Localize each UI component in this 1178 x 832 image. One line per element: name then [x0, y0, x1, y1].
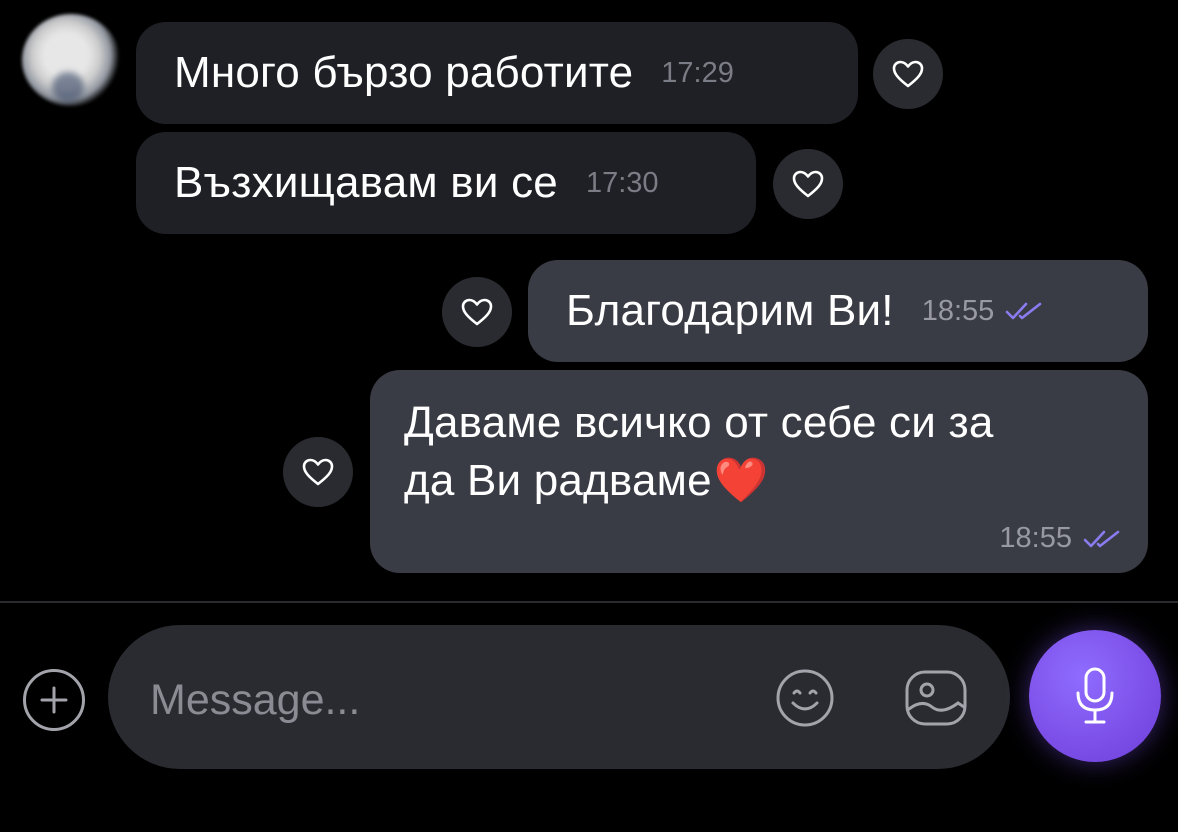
message-text: Възхищавам ви се [174, 158, 558, 207]
heart-icon [461, 298, 493, 326]
message-bubble-incoming[interactable]: Много бързо работите 17:29 [136, 22, 858, 124]
message-text-line: Даваме всичко от себе си за [404, 398, 994, 447]
message-meta: 18:55 [999, 522, 1122, 555]
message-text: Благодарим Ви! [566, 286, 894, 335]
message-composer [108, 625, 1010, 769]
message-time: 18:55 [999, 522, 1072, 554]
chat-area: Много бързо работите 17:29 Възхищавам ви… [0, 0, 1178, 600]
double-check-icon [1006, 302, 1042, 320]
heart-icon [302, 458, 334, 486]
message-bubble-outgoing[interactable]: Благодарим Ви! 18:55 [528, 260, 1148, 362]
message-input[interactable] [148, 669, 772, 731]
add-attachment-button[interactable] [23, 669, 85, 731]
emoji-button[interactable] [774, 667, 836, 729]
like-button[interactable] [873, 39, 943, 109]
microphone-icon [1076, 667, 1114, 724]
red-heart-emoji: ❤️ [713, 456, 769, 505]
image-icon [905, 670, 967, 726]
message-bubble-incoming[interactable]: Възхищавам ви се 17:30 [136, 132, 756, 234]
message-time: 17:29 [661, 56, 734, 89]
voice-message-button[interactable] [1029, 630, 1161, 762]
message-time: 17:30 [585, 166, 659, 199]
composer-divider [0, 601, 1178, 603]
message-text-line: да Ви радваме [404, 456, 712, 505]
like-button[interactable] [773, 149, 843, 219]
heart-icon [792, 170, 824, 198]
smiley-icon [776, 669, 834, 727]
double-check-icon [1083, 530, 1120, 547]
plus-icon [40, 686, 68, 714]
contact-avatar[interactable] [22, 14, 120, 106]
like-button[interactable] [283, 437, 353, 507]
message-time: 18:55 [921, 294, 995, 327]
like-button[interactable] [442, 277, 512, 347]
message-bubble-outgoing[interactable]: Даваме всичко от себе си за да Ви радвам… [370, 370, 1148, 573]
message-text-line-wrap: да Ви радваме❤️ [404, 454, 769, 518]
message-text: Много бързо работите [174, 48, 634, 97]
heart-icon [892, 60, 924, 88]
gallery-button[interactable] [904, 669, 968, 727]
